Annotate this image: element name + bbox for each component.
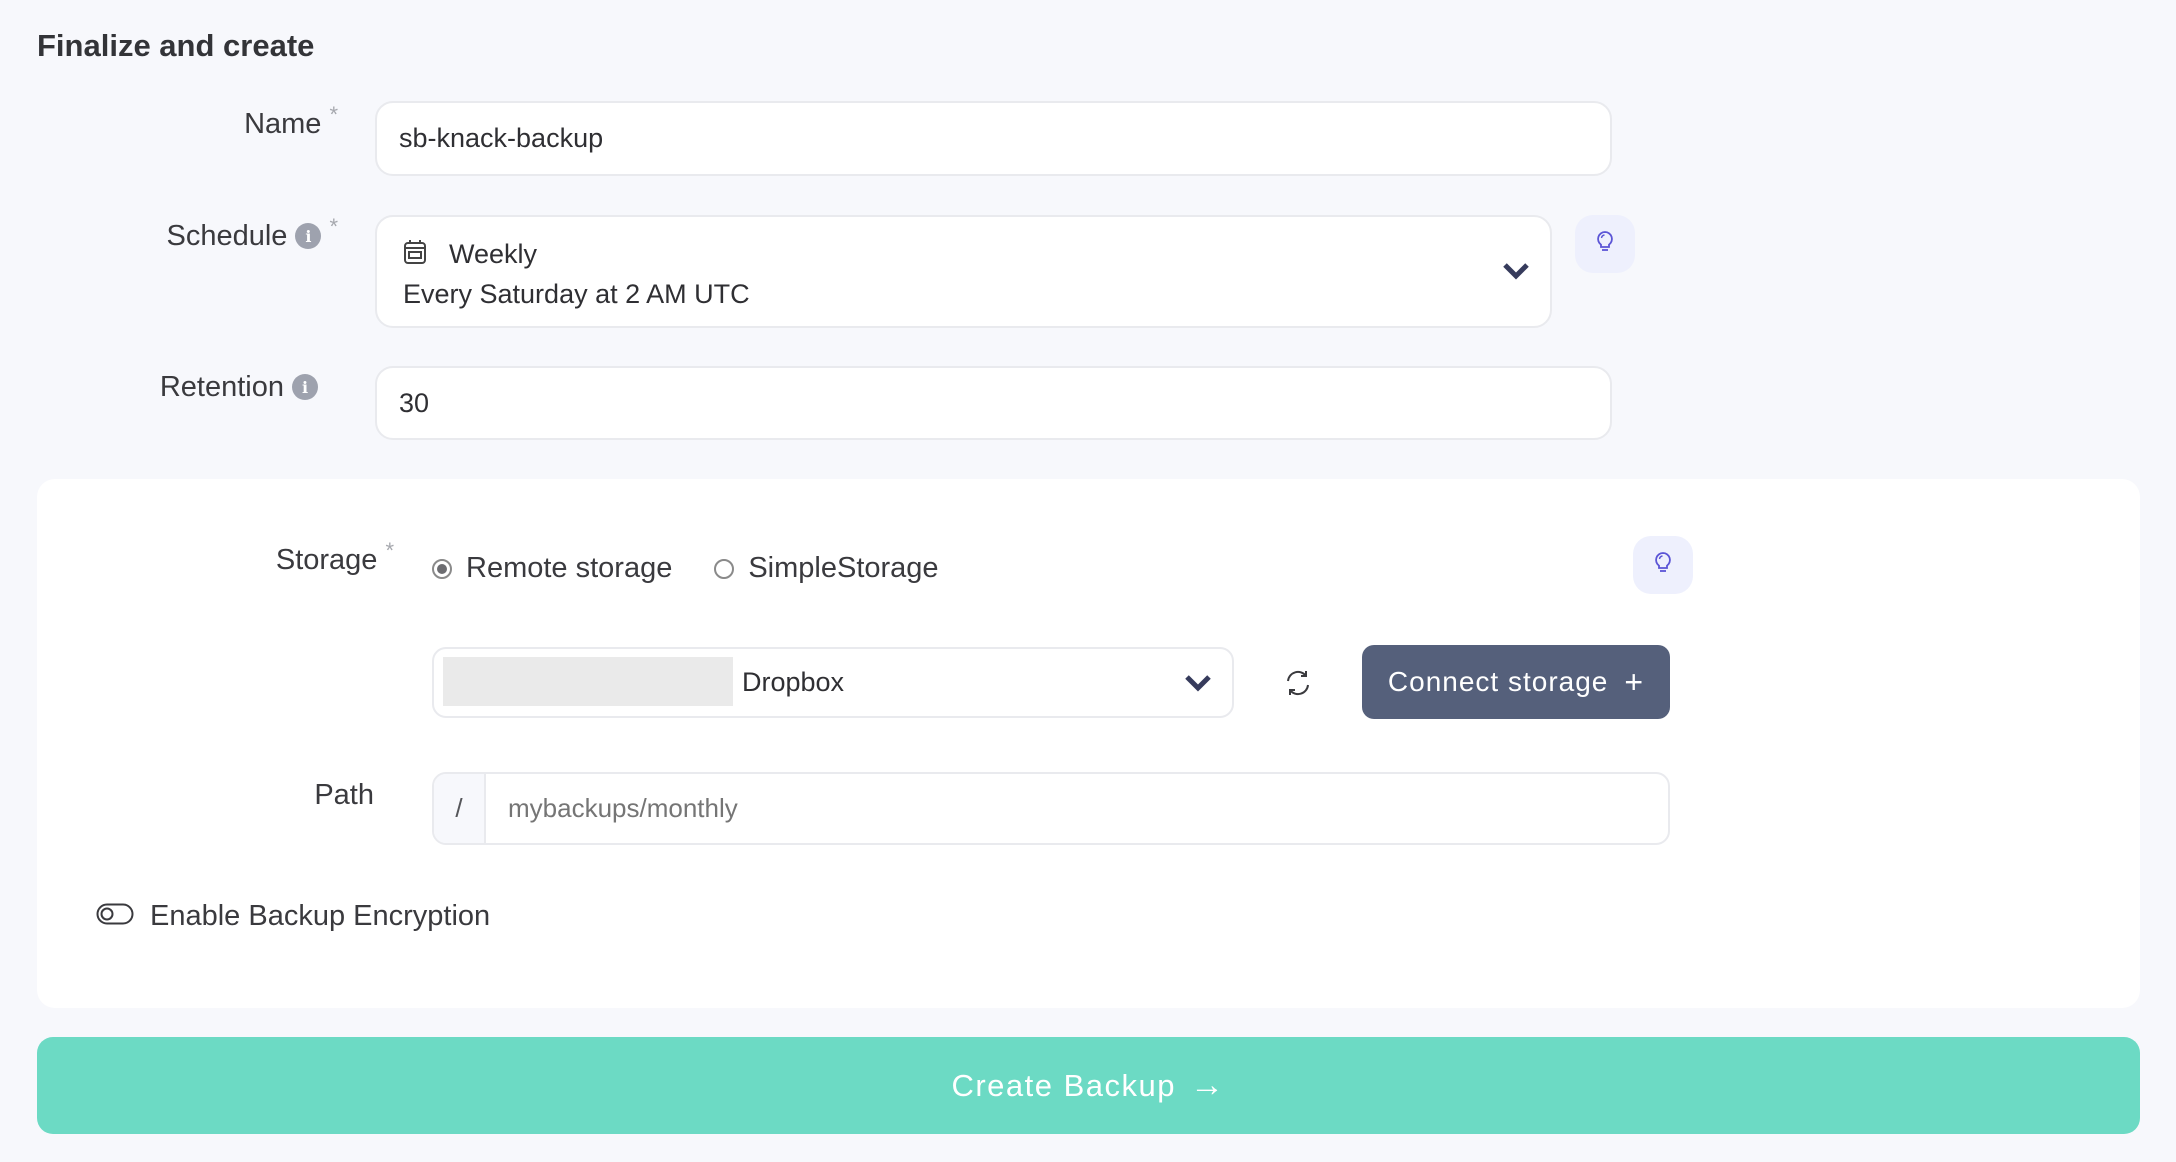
name-input[interactable]: sb-knack-backup [375, 101, 1612, 176]
info-icon[interactable]: i [292, 374, 318, 400]
name-value: sb-knack-backup [399, 123, 604, 153]
radio-label: SimpleStorage [748, 552, 939, 584]
radio-remote-storage[interactable]: Remote storage [432, 552, 672, 585]
refresh-icon[interactable] [1283, 668, 1313, 703]
encryption-toggle-row[interactable]: Enable Backup Encryption [96, 900, 490, 933]
schedule-select[interactable]: Weekly Every Saturday at 2 AM UTC [375, 215, 1552, 328]
path-input-group: / [432, 772, 1670, 845]
lightbulb-icon [1596, 230, 1614, 259]
schedule-label-group: Schedule i * [100, 214, 339, 256]
info-icon[interactable]: i [295, 223, 322, 249]
create-backup-label: Create Backup [951, 1067, 1177, 1103]
path-input[interactable] [486, 774, 1668, 843]
name-label-group: Name * [150, 102, 338, 144]
radio-selected-indicator[interactable] [432, 558, 452, 579]
path-label-group: Path [250, 775, 374, 815]
radio-unselected-indicator[interactable] [714, 558, 735, 579]
path-label: Path [314, 778, 374, 811]
schedule-label: Schedule [166, 219, 288, 252]
chevron-down-icon [1502, 261, 1530, 286]
lightbulb-icon [1654, 551, 1672, 580]
schedule-description: Every Saturday at 2 AM UTC [403, 279, 750, 309]
connect-storage-label: Connect storage [1387, 666, 1609, 697]
page-title: Finalize and create [37, 28, 315, 63]
storage-select[interactable]: Dropbox [432, 647, 1234, 718]
schedule-frequency: Weekly [449, 239, 538, 269]
toggle-off-icon[interactable] [96, 903, 134, 930]
path-prefix: / [434, 774, 486, 843]
arrow-right-icon: → [1190, 1066, 1226, 1104]
storage-logo-placeholder [443, 657, 733, 706]
connect-storage-button[interactable]: Connect storage + [1362, 645, 1670, 719]
retention-label: Retention [159, 370, 284, 403]
storage-label: Storage [275, 543, 378, 576]
retention-label-group: Retention i [100, 367, 318, 407]
retention-input[interactable]: 30 [375, 366, 1612, 440]
storage-tip-button[interactable] [1633, 536, 1693, 594]
chevron-down-icon [1184, 673, 1212, 698]
required-mark: * [385, 538, 394, 563]
storage-selected-value: Dropbox [742, 667, 845, 697]
create-backup-button[interactable]: Create Backup → [37, 1037, 2140, 1134]
storage-type-radio-group: Remote storage SimpleStorage [432, 552, 939, 585]
storage-label-group: Storage * [200, 538, 394, 580]
retention-value: 30 [399, 387, 430, 418]
calendar-icon [403, 239, 427, 270]
radio-simplestorage[interactable]: SimpleStorage [714, 552, 939, 585]
radio-label: Remote storage [466, 552, 673, 584]
name-label: Name [244, 107, 322, 140]
encryption-label: Enable Backup Encryption [150, 900, 491, 932]
required-mark: * [329, 102, 338, 127]
plus-icon: + [1624, 663, 1645, 700]
required-mark: * [329, 214, 338, 239]
schedule-tip-button[interactable] [1575, 215, 1635, 273]
